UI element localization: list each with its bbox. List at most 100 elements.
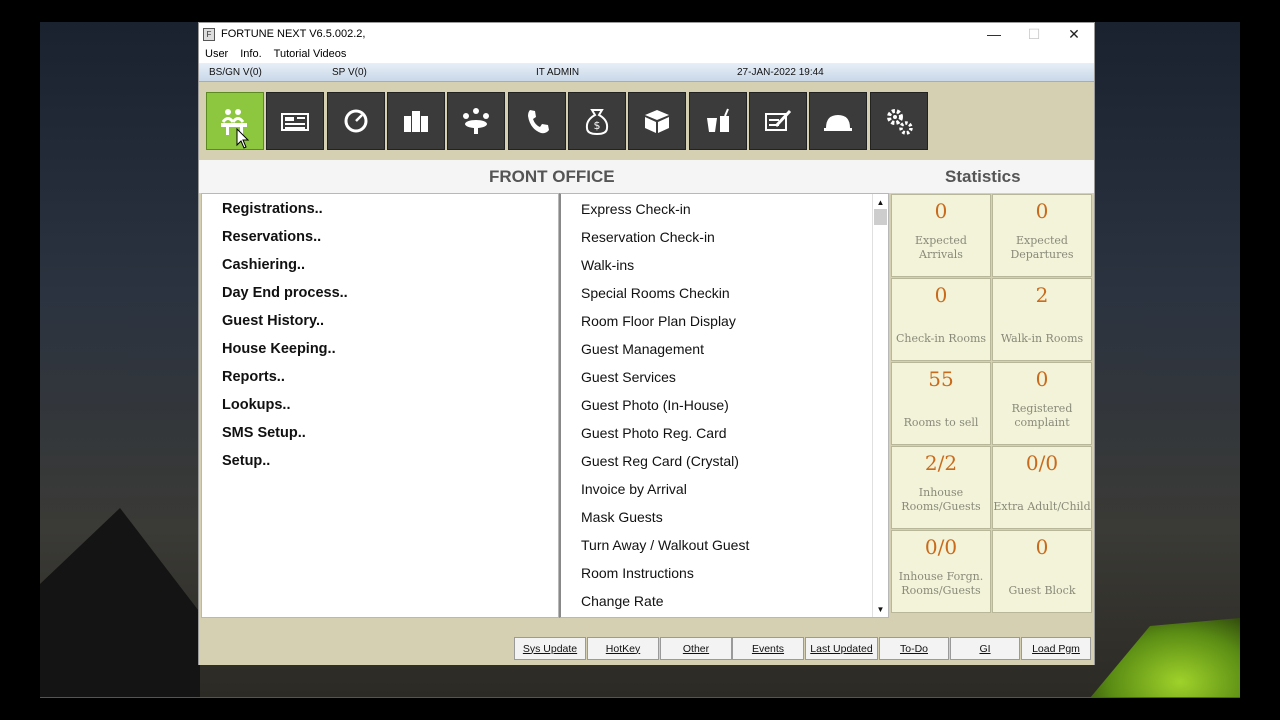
submenu-room-floor-plan[interactable]: Room Floor Plan Display (581, 313, 736, 329)
sub-menu-panel: Express Check-in Reservation Check-in Wa… (559, 193, 889, 618)
scroll-up-icon[interactable]: ▲ (873, 195, 888, 209)
submenu-guest-services[interactable]: Guest Services (581, 369, 676, 385)
stat-check-in-rooms[interactable]: 0 Check-in Rooms (891, 278, 991, 361)
status-user: IT ADMIN (536, 67, 580, 78)
hotkey-button[interactable]: HotKey (587, 637, 659, 660)
menu-bar: User Info. Tutorial Videos (199, 45, 1094, 63)
bottom-button-bar: Sys Update HotKey Other Events Last Upda… (199, 618, 1094, 665)
main-menu-panel: Registrations.. Reservations.. Cashierin… (201, 193, 559, 618)
cashier-button[interactable] (266, 92, 324, 150)
menu-house-keeping[interactable]: House Keeping.. (222, 341, 336, 357)
stat-label: Extra Adult/Child (993, 500, 1091, 513)
bar-icon (707, 108, 729, 132)
minimize-button[interactable]: — (974, 23, 1014, 45)
accounts-button[interactable]: $ (568, 92, 626, 150)
stat-rooms-to-sell[interactable]: 55 Rooms to sell (891, 362, 991, 445)
stat-label: Inhouse Rooms/Guests (901, 486, 981, 513)
stores-button[interactable] (628, 92, 686, 150)
menu-user[interactable]: User (199, 48, 234, 60)
notes-button[interactable] (749, 92, 807, 150)
maximize-button[interactable]: ☐ (1014, 23, 1054, 45)
settings-button[interactable] (870, 92, 928, 150)
telephone-button[interactable] (508, 92, 566, 150)
submenu-invoice-by-arrival[interactable]: Invoice by Arrival (581, 481, 687, 497)
stat-guest-block[interactable]: 0 Guest Block (992, 530, 1092, 613)
stat-value: 0 (1035, 367, 1049, 391)
submenu-change-rate[interactable]: Change Rate (581, 593, 664, 609)
stat-label: Expected Arrivals (915, 234, 967, 261)
submenu-turn-away-walkout[interactable]: Turn Away / Walkout Guest (581, 537, 749, 553)
inventory-button[interactable] (387, 92, 445, 150)
stat-registered-complaint[interactable]: 0 Registered complaint (992, 362, 1092, 445)
menu-info[interactable]: Info. (234, 48, 267, 60)
pos-button[interactable] (689, 92, 747, 150)
menu-reports[interactable]: Reports.. (222, 369, 285, 385)
to-do-button[interactable]: To-Do (879, 637, 949, 660)
stat-value: 55 (928, 367, 954, 391)
submenu-walk-ins[interactable]: Walk-ins (581, 257, 634, 273)
stat-extra-adult-child[interactable]: 0/0 Extra Adult/Child (992, 446, 1092, 529)
mouse-pointer-icon (236, 128, 250, 149)
status-sp: SP V(0) (332, 67, 367, 78)
submenu-room-instructions[interactable]: Room Instructions (581, 565, 694, 581)
scroll-thumb[interactable] (874, 209, 887, 225)
gi-button[interactable]: GI (950, 637, 1020, 660)
kitchen-icon (824, 115, 852, 131)
submenu-special-rooms-checkin[interactable]: Special Rooms Checkin (581, 285, 730, 301)
last-updated-button[interactable]: Last Updated (805, 637, 878, 660)
menu-guest-history[interactable]: Guest History.. (222, 313, 324, 329)
submenu-reservation-check-in[interactable]: Reservation Check-in (581, 229, 715, 245)
banquet-icon (463, 108, 489, 134)
submenu-guest-photo-reg-card[interactable]: Guest Photo Reg. Card (581, 425, 727, 441)
stat-label: Check-in Rooms (895, 332, 987, 345)
stat-value: 0/0 (1025, 451, 1059, 475)
stat-expected-arrivals[interactable]: 0 Expected Arrivals (891, 194, 991, 277)
stat-value: 0 (1035, 199, 1049, 223)
wallpaper-tent (1090, 618, 1240, 698)
menu-registrations[interactable]: Registrations.. (222, 201, 323, 217)
events-button[interactable]: Events (732, 637, 804, 660)
module-toolbar: $ (199, 82, 1094, 160)
kitchen-button[interactable] (809, 92, 867, 150)
stat-value: 0 (934, 283, 948, 307)
sys-update-button[interactable]: Sys Update (514, 637, 586, 660)
submenu-mask-guests[interactable]: Mask Guests (581, 509, 663, 525)
menu-cashiering[interactable]: Cashiering.. (222, 257, 305, 273)
stat-label: Rooms to sell (903, 416, 979, 429)
menu-tutorial-videos[interactable]: Tutorial Videos (268, 48, 353, 60)
package-icon (645, 110, 669, 133)
stat-value: 0/0 (924, 535, 958, 559)
money-bag-icon: $ (585, 109, 609, 136)
status-datetime: 27-JAN-2022 19:44 (737, 67, 824, 78)
scroll-down-icon[interactable]: ▼ (873, 602, 888, 616)
banquet-button[interactable] (447, 92, 505, 150)
close-button[interactable]: ✕ (1054, 23, 1094, 45)
title-bar: F FORTUNE NEXT V6.5.002.2, — ☐ ✕ (199, 23, 1094, 45)
load-pgm-button[interactable]: Load Pgm (1021, 637, 1091, 660)
stat-expected-departures[interactable]: 0 Expected Departures (992, 194, 1092, 277)
submenu-scrollbar[interactable]: ▲ ▼ (872, 194, 888, 617)
submenu-express-check-in[interactable]: Express Check-in (581, 201, 691, 217)
stat-inhouse-foreign[interactable]: 0/0 Inhouse Forgn. Rooms/Guests (891, 530, 991, 613)
settings-icon (887, 109, 913, 135)
stat-label: Registered complaint (1011, 402, 1073, 429)
wallpaper-mountain (40, 508, 200, 698)
stat-value: 0 (1035, 535, 1049, 559)
other-button[interactable]: Other (660, 637, 732, 660)
menu-lookups[interactable]: Lookups.. (222, 397, 290, 413)
menu-setup[interactable]: Setup.. (222, 453, 270, 469)
menu-sms-setup[interactable]: SMS Setup.. (222, 425, 306, 441)
dashboard-button[interactable] (327, 92, 385, 150)
submenu-guest-management[interactable]: Guest Management (581, 341, 704, 357)
submenu-guest-photo-inhouse[interactable]: Guest Photo (In-House) (581, 397, 729, 413)
stat-label: Expected Departures (1010, 234, 1074, 261)
menu-reservations[interactable]: Reservations.. (222, 229, 321, 245)
menu-day-end-process[interactable]: Day End process.. (222, 285, 348, 301)
front-office-button[interactable] (206, 92, 264, 150)
stat-value: 2 (1035, 283, 1049, 307)
submenu-guest-reg-card-crystal[interactable]: Guest Reg Card (Crystal) (581, 453, 739, 469)
stat-walk-in-rooms[interactable]: 2 Walk-in Rooms (992, 278, 1092, 361)
stat-inhouse-rooms-guests[interactable]: 2/2 Inhouse Rooms/Guests (891, 446, 991, 529)
status-strip: BS/GN V(0) SP V(0) IT ADMIN 27-JAN-2022 … (199, 63, 1094, 82)
front-office-title: FRONT OFFICE (489, 167, 615, 186)
